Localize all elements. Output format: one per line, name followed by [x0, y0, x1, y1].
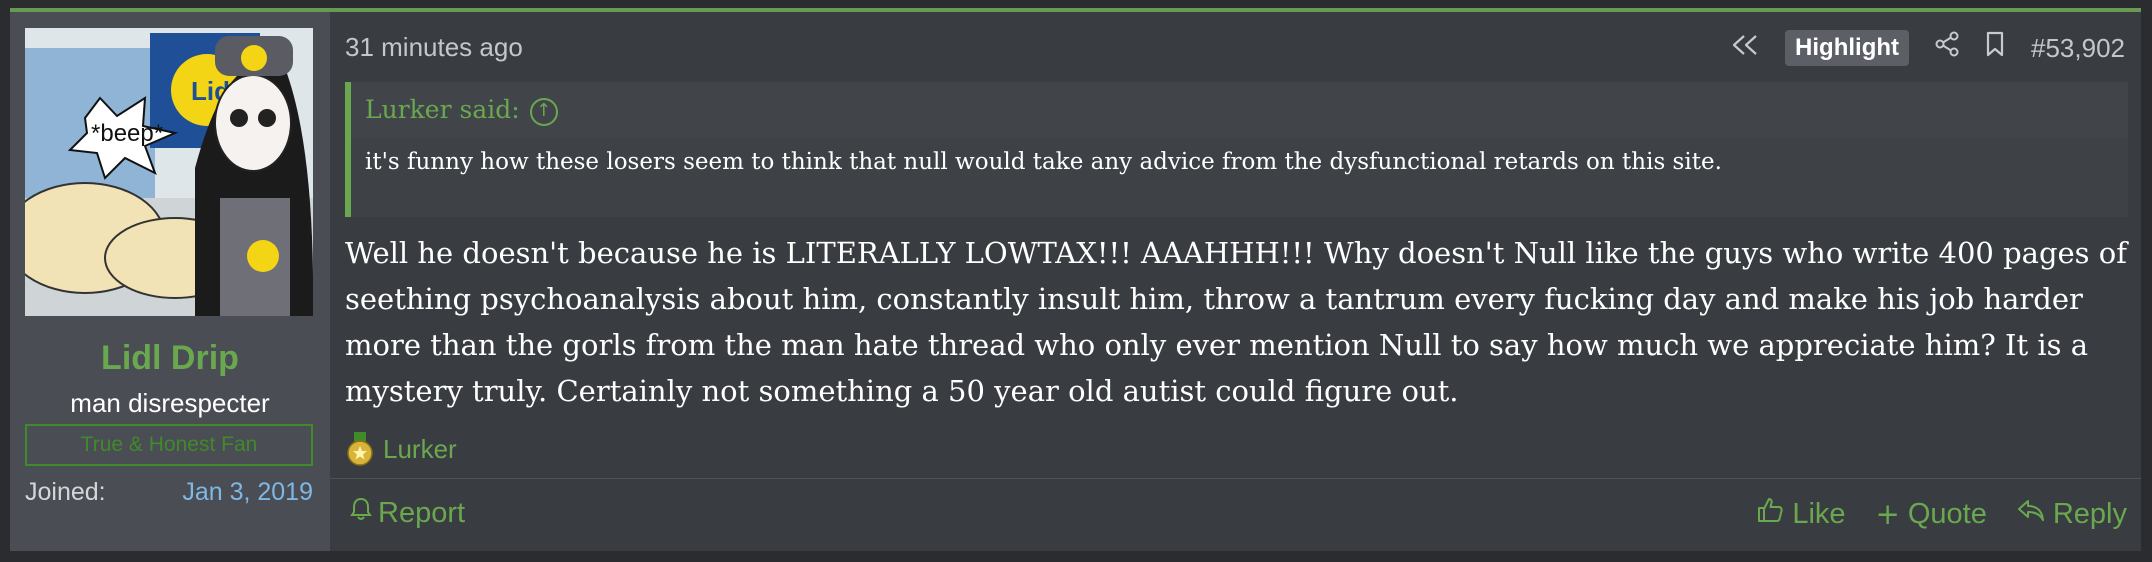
arrow-up-circle-icon[interactable]: ↑ [529, 97, 558, 126]
quote-button[interactable]: + Quote [1876, 496, 1987, 532]
like-button[interactable]: Like [1756, 496, 1846, 532]
quote-block: Lurker said: ↑ it's funny how these loser… [345, 82, 2128, 217]
quote-label: Quote [1907, 497, 1987, 530]
rewind-icon[interactable] [1731, 28, 1759, 68]
highlight-button[interactable]: Highlight [1785, 30, 1910, 66]
report-button[interactable]: Report [350, 496, 465, 530]
share-icon[interactable] [1935, 28, 1959, 68]
medal-icon [345, 432, 375, 466]
username[interactable]: Lidl Drip [10, 339, 330, 378]
report-label: Report [378, 496, 466, 529]
avatar-image: Lidl *beep* [25, 28, 313, 316]
user-title: man disrespecter [70, 388, 270, 418]
plus-icon: + [1875, 497, 1900, 531]
reply-label: Reply [2052, 497, 2127, 530]
post-number[interactable]: #53,902 [2031, 33, 2125, 64]
message-body: Well he doesn't because he is LITERALLY … [345, 236, 2127, 408]
post-main: 31 minutes ago Highlight #53,902 Lurker … [330, 12, 2141, 551]
reply-icon [2017, 497, 2045, 531]
bell-icon [350, 496, 372, 530]
avatar[interactable]: Lidl *beep* [25, 28, 313, 316]
avatar-caption: *beep* [91, 120, 163, 147]
quote-header[interactable]: Lurker said: ↑ [351, 82, 2128, 138]
thumbs-up-icon [1756, 496, 1784, 532]
joined-label: Joined: [25, 478, 106, 506]
reactions-bar[interactable]: Lurker [345, 432, 457, 466]
message-post: Lidl *beep* Lidl Drip man disrespecter T… [10, 8, 2141, 551]
reactions-label[interactable]: Lurker [383, 434, 457, 465]
post-actions: Highlight #53,902 [1731, 28, 2125, 68]
footer-divider [330, 478, 2141, 479]
bookmark-icon[interactable] [1985, 28, 2005, 68]
like-label: Like [1792, 497, 1846, 530]
reply-button[interactable]: Reply [2017, 496, 2127, 532]
quote-author[interactable]: Lurker said: [365, 95, 520, 124]
post-date[interactable]: 31 minutes ago [345, 32, 523, 63]
footer-actions: Like + Quote Reply [1756, 496, 2127, 532]
user-banner: True & Honest Fan [25, 424, 313, 466]
quote-text: it's funny how these losers seem to thin… [365, 149, 1722, 175]
user-sidebar: Lidl *beep* Lidl Drip man disrespecter T… [10, 12, 330, 551]
joined-date: Jan 3, 2019 [182, 478, 313, 506]
